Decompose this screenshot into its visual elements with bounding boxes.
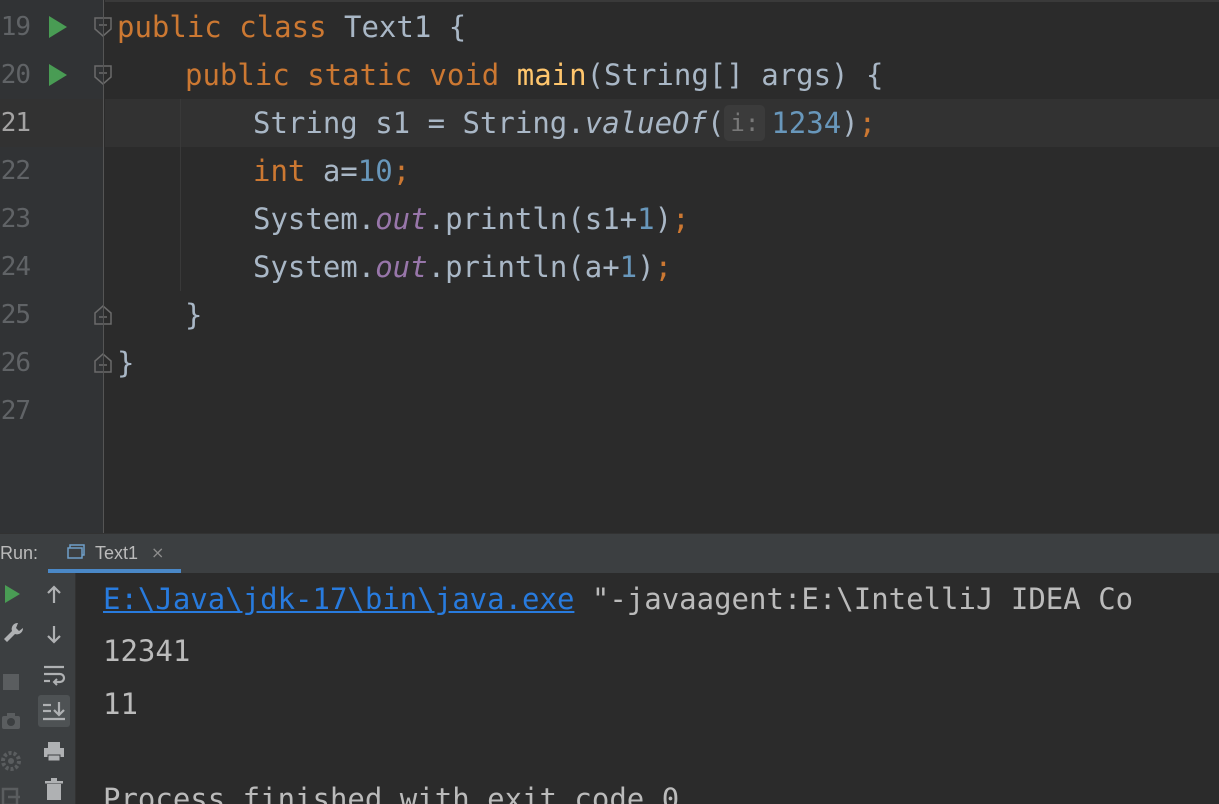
line-number: 25 (0, 300, 31, 330)
close-icon[interactable]: × (151, 534, 164, 572)
editor-gutter: 19 20 21 22 23 24 25 26 27 (0, 0, 112, 533)
number-literal: 1234 (771, 106, 842, 140)
code-text: System. (253, 250, 376, 284)
code-line-22[interactable]: int a=10; (105, 147, 1219, 195)
console-output-line: 11 (103, 687, 138, 721)
stop-icon (3, 674, 19, 690)
console-command-line: E:\Java\jdk-17\bin\java.exe "-javaagent:… (103, 573, 1133, 625)
semicolon: ; (672, 202, 690, 236)
run-toolbar-primary (0, 573, 33, 804)
code-line-25[interactable]: } (105, 291, 1219, 339)
run-tab-label: Text1 (95, 543, 139, 563)
line-number: 20 (0, 60, 31, 90)
ide-window: 19 20 21 22 23 24 25 26 27 public class … (0, 0, 1219, 804)
semicolon: ; (392, 154, 411, 188)
line-number: 21 (0, 108, 31, 138)
stop-button[interactable] (0, 665, 32, 697)
command-args: "-javaagent:E:\IntelliJ IDEA Co (574, 582, 1134, 616)
camera-icon (2, 713, 20, 729)
code-text: Text1 { (326, 10, 467, 44)
code-editor[interactable]: 19 20 21 22 23 24 25 26 27 public class … (0, 0, 1219, 533)
arrow-up-icon (47, 585, 61, 603)
keyword: class (239, 10, 327, 44)
scroll-to-end-button[interactable] (38, 695, 70, 727)
keyword: int (253, 154, 306, 188)
exit-icon (1, 787, 20, 804)
print-button[interactable] (38, 736, 70, 768)
console-output-line: 12341 (103, 634, 191, 668)
rerun-button[interactable] (0, 579, 32, 611)
code-text: a= (305, 154, 358, 188)
static-field: out (375, 202, 428, 236)
editor-top-border (105, 0, 1219, 2)
run-tool-window-header: Run: Text1 × (0, 533, 1219, 573)
line-number: 24 (0, 252, 31, 282)
run-toolbar-secondary (33, 573, 76, 804)
code-text: .println(s1+ (427, 202, 638, 236)
semicolon: ; (858, 106, 877, 140)
number-literal: 10 (357, 154, 393, 188)
static-field: out (375, 250, 428, 284)
settings-icon (1, 751, 21, 771)
trash-icon (45, 778, 63, 800)
code-text: String s1 = String. (253, 106, 585, 140)
exit-button[interactable] (0, 783, 32, 804)
number-literal: 1 (619, 250, 638, 284)
code-line-24[interactable]: System.out.println(a+1); (105, 243, 1219, 291)
line-number: 19 (0, 12, 31, 42)
down-stack-trace-button[interactable] (38, 618, 70, 650)
code-text: System. (253, 202, 376, 236)
code-line-23[interactable]: System.out.println(s1+1); (105, 195, 1219, 243)
line-number: 26 (0, 348, 31, 378)
run-main-gutter-icon[interactable] (49, 64, 67, 86)
java-exe-link[interactable]: E:\Java\jdk-17\bin\java.exe (103, 582, 574, 616)
arrow-down-icon (47, 626, 61, 644)
code-line-26[interactable]: } (105, 339, 1219, 387)
soft-wrap-icon (44, 665, 66, 686)
run-label: Run: (0, 543, 39, 563)
code-text: ( (706, 106, 725, 140)
code-text: ) (841, 106, 859, 140)
keyword: public static void (185, 58, 500, 92)
keyword: public (117, 10, 222, 44)
gutter-separator (103, 0, 104, 533)
code-line-20[interactable]: public static void main(String[] args) { (105, 51, 1219, 99)
run-tab-text1[interactable]: Text1 × (48, 534, 181, 572)
wrench-icon (4, 622, 24, 642)
closing-brace: } (185, 298, 203, 332)
edit-configuration-button[interactable] (0, 617, 32, 649)
process-exit-message: Process finished with exit code 0 (103, 782, 680, 804)
scroll-to-end-icon (43, 702, 65, 721)
parameter-hint: i: (724, 105, 766, 141)
code-text: (String[] args) { (586, 58, 884, 92)
line-number: 27 (0, 396, 31, 426)
number-literal: 1 (637, 202, 655, 236)
code-text: ) (654, 202, 673, 236)
settings-button[interactable] (0, 745, 32, 777)
code-line-21[interactable]: String s1 = String.valueOf(i: 1234); (105, 99, 1219, 147)
code-line-19[interactable]: public class Text1 { (105, 3, 1219, 51)
console-output[interactable]: E:\Java\jdk-17\bin\java.exe "-javaagent:… (76, 573, 1219, 804)
print-icon (44, 742, 64, 762)
code-line-27[interactable] (105, 387, 1219, 435)
clear-all-button[interactable] (38, 774, 70, 804)
code-text: .println(a+ (427, 250, 620, 284)
line-number: 23 (0, 204, 31, 234)
soft-wrap-button[interactable] (38, 658, 70, 690)
static-method-call: valueOf (584, 106, 707, 140)
run-icon (5, 585, 20, 603)
dump-threads-button[interactable] (0, 705, 32, 737)
console-icon (67, 544, 85, 559)
method-name: main (516, 58, 587, 92)
semicolon: ; (654, 250, 673, 284)
code-text: ) (637, 250, 655, 284)
line-number: 22 (0, 156, 31, 186)
up-stack-trace-button[interactable] (38, 579, 70, 611)
closing-brace: } (117, 346, 135, 380)
run-class-gutter-icon[interactable] (49, 16, 67, 38)
